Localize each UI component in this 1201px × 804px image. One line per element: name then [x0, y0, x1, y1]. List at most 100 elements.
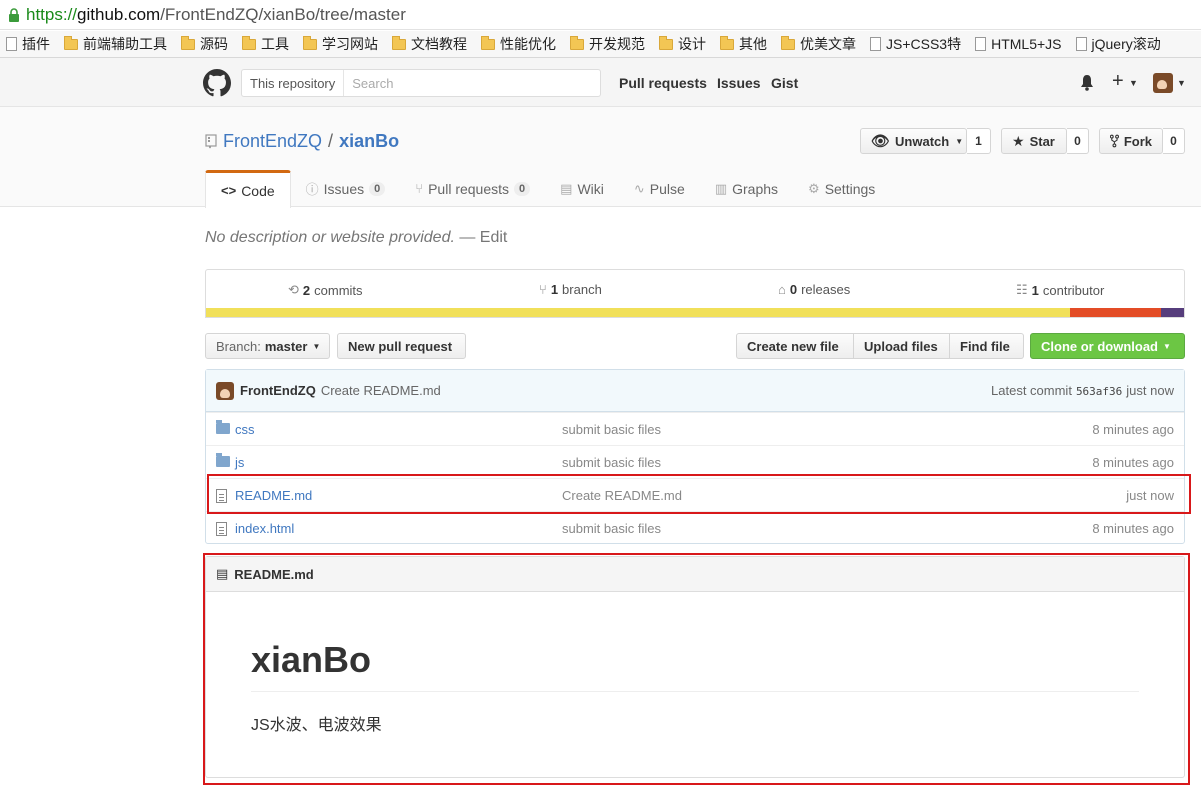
tab-issues[interactable]: ⓘ Issues 0 [291, 170, 401, 207]
page-icon [975, 37, 987, 51]
bookmark-item[interactable]: 文档教程 [392, 34, 467, 54]
file-name[interactable]: js [235, 455, 244, 470]
caret-down-icon[interactable]: ▼ [1177, 78, 1186, 88]
tab-label: Code [241, 182, 275, 199]
fork-count[interactable]: 0 [1163, 128, 1185, 154]
branch-link[interactable]: ⑂ 1 branch [539, 282, 602, 297]
fork-button[interactable]: Fork [1099, 128, 1163, 154]
tab-settings[interactable]: ⚙ Settings [793, 170, 890, 207]
tab-label: Issues [323, 180, 365, 197]
bell-icon[interactable] [1079, 74, 1095, 91]
search-box[interactable]: This repository [241, 69, 601, 97]
nav-pull-requests[interactable]: Pull requests [619, 75, 707, 91]
caret-down-icon[interactable]: ▼ [1129, 78, 1138, 88]
bookmark-item[interactable]: 前端辅助工具 [64, 34, 167, 54]
bookmark-label: 工具 [261, 36, 289, 52]
repo-description: No description or website provided. — Ed… [205, 229, 507, 247]
bookmark-label: 其他 [739, 36, 767, 52]
bookmark-item[interactable]: 优美文章 [781, 34, 856, 54]
tab-label: Settings [824, 180, 876, 197]
commits-link[interactable]: ⟲ 2 commits [288, 282, 363, 298]
bookmark-item[interactable]: 性能优化 [481, 34, 556, 54]
repo-tabs: <> Code ⓘ Issues 0 ⑂ Pull requests 0 ▤ W… [205, 170, 890, 208]
file-commit-message[interactable]: Create README.md [562, 488, 682, 503]
branch-select-button[interactable]: Branch: master ▼ [205, 333, 330, 359]
file-commit-message[interactable]: submit basic files [562, 455, 661, 470]
repo-name-link[interactable]: xianBo [339, 131, 399, 152]
folder-icon [242, 35, 256, 50]
star-button[interactable]: ★ Star [1001, 128, 1067, 154]
tab-code[interactable]: <> Code [205, 170, 291, 208]
book-icon: ▤ [560, 180, 573, 196]
releases-link[interactable]: ⌂ 0 releases [778, 282, 850, 297]
plus-icon[interactable]: + [1112, 70, 1124, 93]
commit-sha[interactable]: 563af36 [1076, 385, 1122, 398]
description-separator: — [454, 229, 480, 246]
bookmark-item[interactable]: 其他 [720, 34, 767, 54]
repo-owner-link[interactable]: FrontEndZQ [223, 131, 322, 152]
branch-prefix: Branch: [216, 338, 261, 354]
watch-count[interactable]: 1 [967, 128, 991, 154]
language-segment[interactable] [206, 308, 1070, 317]
folder-icon [64, 35, 78, 50]
bookmark-item[interactable]: HTML5+JS [975, 36, 1062, 52]
find-file-button[interactable]: Find file [950, 333, 1024, 359]
file-row[interactable]: css submit basic files 8 minutes ago [206, 412, 1184, 445]
file-commit-message[interactable]: submit basic files [562, 422, 661, 437]
unwatch-button[interactable]: 👁 Unwatch ▼ [860, 128, 967, 154]
bookmark-label: 优美文章 [800, 36, 856, 52]
file-age: just now [1126, 487, 1174, 503]
file-name[interactable]: README.md [235, 488, 312, 503]
bookmark-item[interactable]: 开发规范 [570, 34, 645, 54]
commit-author[interactable]: FrontEndZQ [240, 383, 316, 398]
tab-label: Graphs [732, 180, 779, 197]
tab-pull-requests[interactable]: ⑂ Pull requests 0 [400, 170, 545, 207]
new-pull-request-button[interactable]: New pull request [337, 333, 466, 359]
star-count[interactable]: 0 [1067, 128, 1089, 154]
nav-issues[interactable]: Issues [717, 75, 761, 91]
tab-counter: 0 [514, 181, 531, 196]
address-bar[interactable]: https://github.com/FrontEndZQ/xianBo/tre… [0, 0, 1201, 30]
bookmark-item[interactable]: JS+CSS3特 [870, 34, 961, 54]
bookmark-item[interactable]: 工具 [242, 34, 289, 54]
fork-icon [1110, 134, 1119, 148]
page-icon [870, 37, 881, 51]
folder-icon [781, 35, 795, 50]
author-avatar[interactable] [216, 381, 234, 400]
caret-down-icon: ▼ [955, 136, 964, 146]
file-name[interactable]: index.html [235, 521, 294, 536]
pull-request-icon: ⑂ [415, 181, 424, 196]
commit-message[interactable]: Create README.md [321, 383, 441, 398]
language-segment[interactable] [1069, 308, 1162, 317]
bookmark-item[interactable]: 插件 [6, 34, 50, 54]
create-new-file-button[interactable]: Create new file [736, 333, 854, 359]
file-row[interactable]: README.md Create README.md just now [206, 478, 1184, 511]
language-bar[interactable] [206, 308, 1184, 317]
file-name[interactable]: css [235, 422, 255, 437]
user-avatar[interactable] [1153, 73, 1173, 93]
clone-or-download-button[interactable]: Clone or download ▼ [1030, 333, 1185, 359]
branch-name: master [264, 338, 308, 354]
tab-graphs[interactable]: ▥ Graphs [700, 170, 793, 207]
contributors-link[interactable]: ☷ 1 contributor [1016, 282, 1104, 298]
branch-icon: ⑂ [539, 282, 547, 297]
latest-commit-info: Latest commit 563af36 just now [991, 383, 1174, 398]
file-row[interactable]: index.html submit basic files 8 minutes … [206, 511, 1184, 544]
edit-description-link[interactable]: Edit [480, 229, 508, 246]
bookmark-item[interactable]: 设计 [659, 34, 706, 54]
bookmark-item[interactable]: 学习网站 [303, 34, 378, 54]
github-logo-icon[interactable] [203, 69, 231, 97]
file-row[interactable]: js submit basic files 8 minutes ago [206, 445, 1184, 478]
nav-gist[interactable]: Gist [771, 75, 798, 91]
bookmark-item[interactable]: jQuery滚动 [1075, 34, 1161, 54]
tab-wiki[interactable]: ▤ Wiki [545, 170, 619, 207]
tab-pulse[interactable]: ∿ Pulse [619, 170, 700, 207]
folder-icon [481, 35, 495, 50]
file-age: 8 minutes ago [1092, 421, 1174, 437]
language-segment[interactable] [1161, 308, 1184, 317]
bookmark-item[interactable]: 源码 [181, 34, 228, 54]
upload-files-button[interactable]: Upload files [854, 333, 950, 359]
file-commit-message[interactable]: submit basic files [562, 521, 661, 536]
search-input[interactable] [344, 75, 595, 91]
fork-label: Fork [1123, 133, 1152, 149]
